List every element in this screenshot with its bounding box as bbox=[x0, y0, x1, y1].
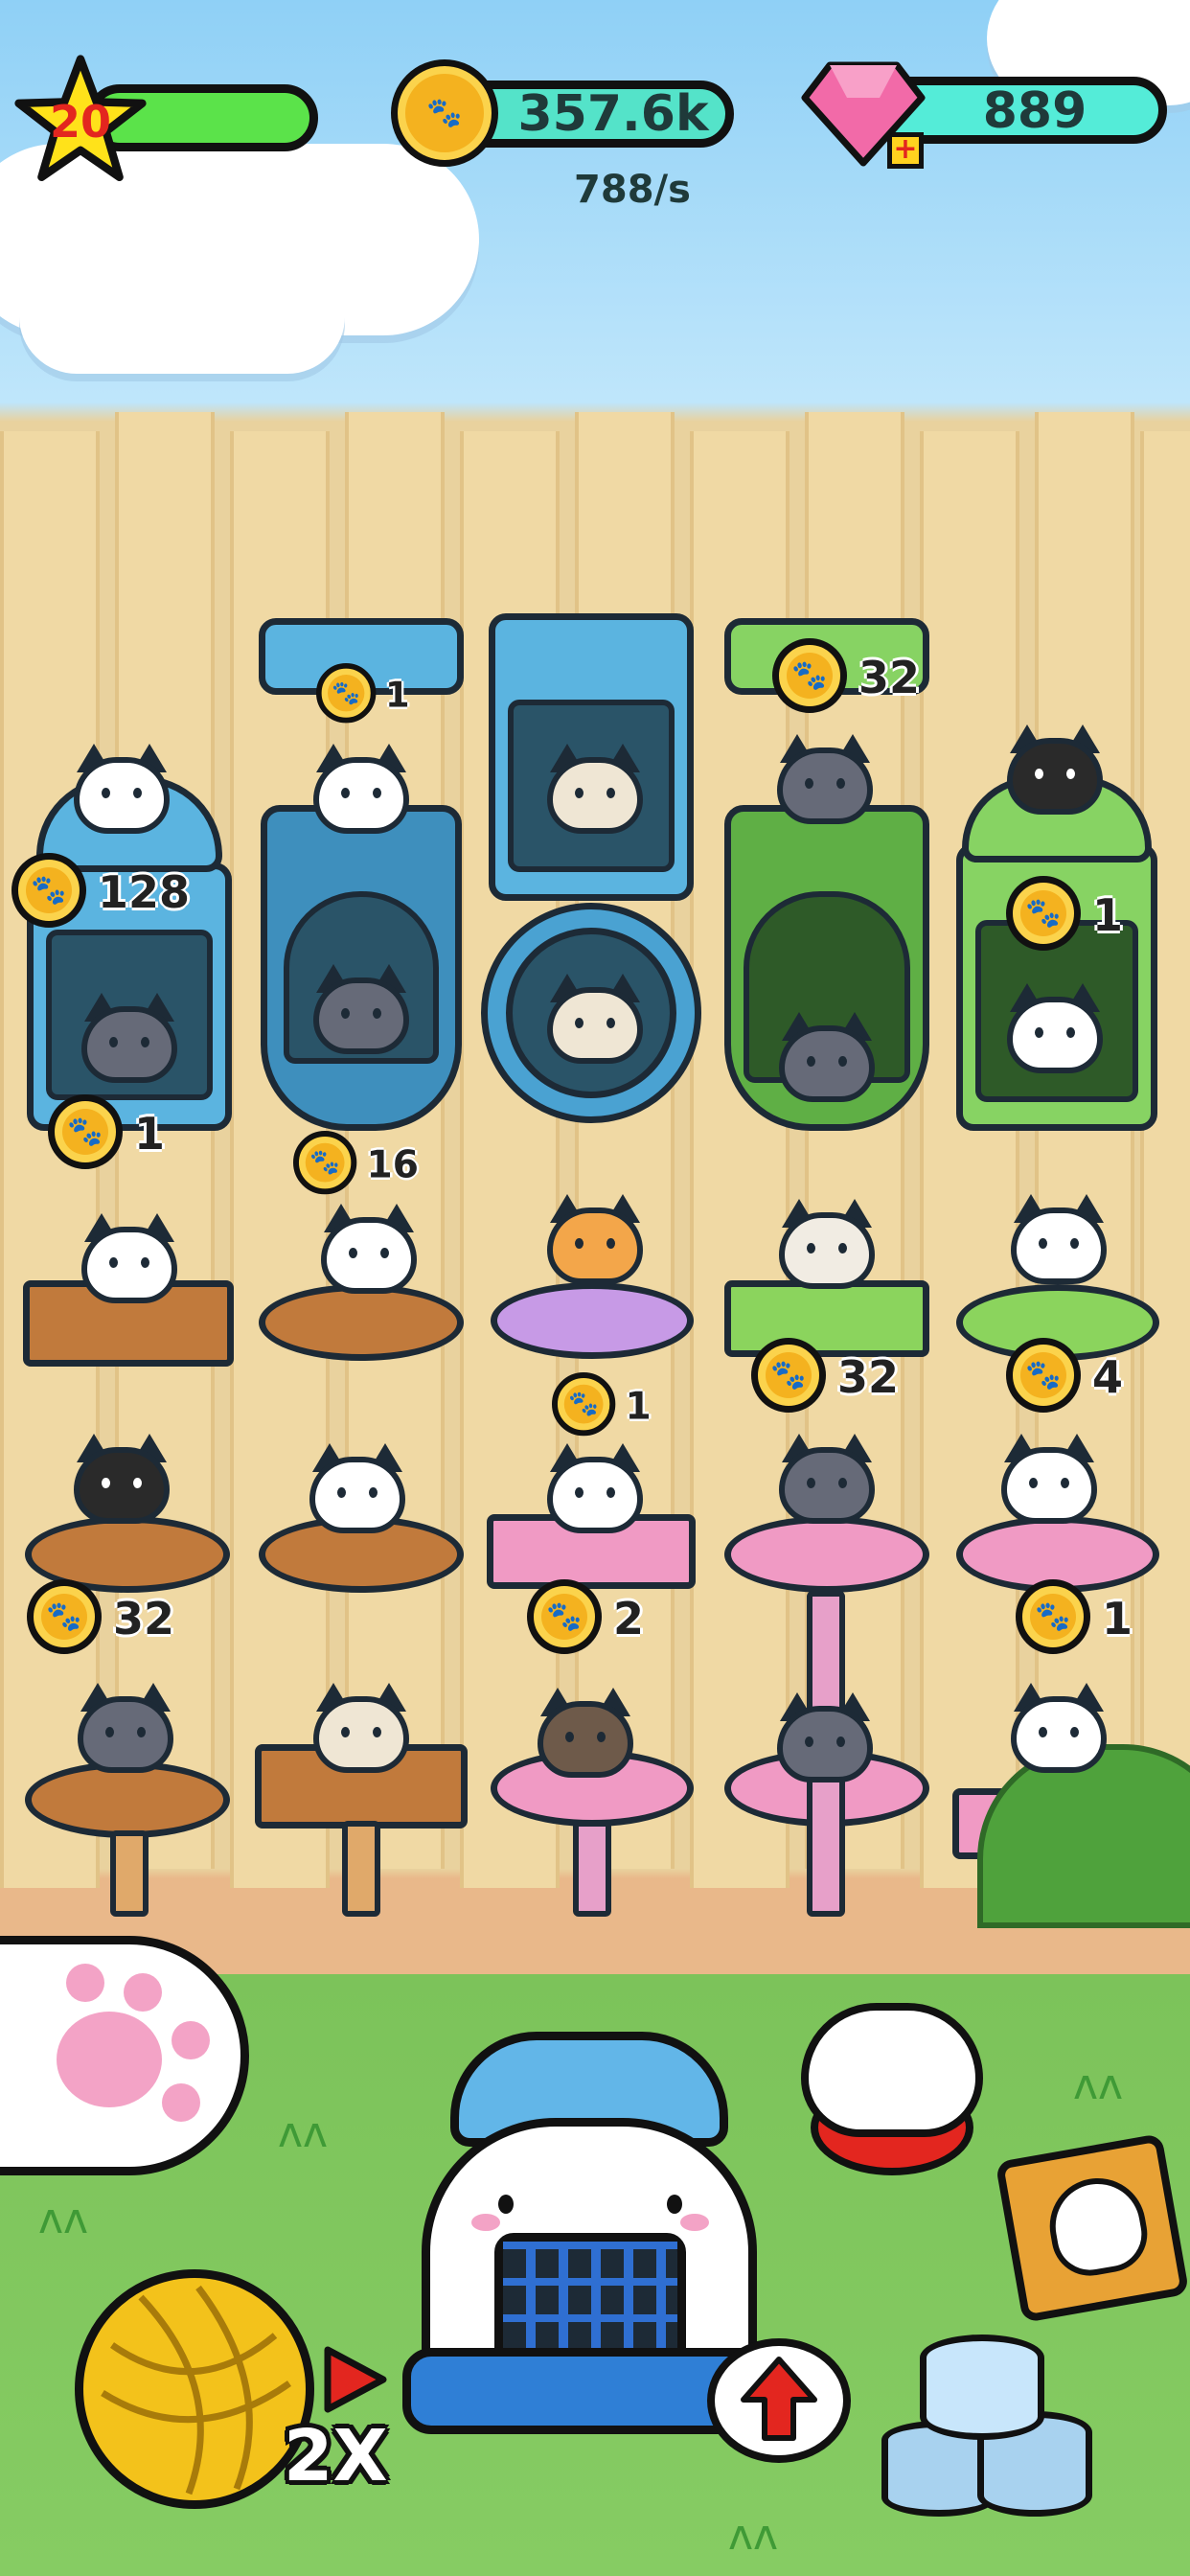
cat[interactable] bbox=[69, 1418, 174, 1524]
game-screen: 20 🐾 357.6k 788/s + 889 🐾 128 🐾 1 🐾 1 🐾 … bbox=[0, 0, 1190, 2576]
platform[interactable] bbox=[259, 1284, 464, 1361]
cat[interactable] bbox=[1006, 1179, 1111, 1284]
cat[interactable] bbox=[772, 719, 878, 824]
cat[interactable] bbox=[533, 1672, 638, 1778]
yarn-ball-icon[interactable] bbox=[75, 2269, 314, 2509]
plus-icon[interactable]: + bbox=[887, 132, 924, 169]
grass: ʌʌ bbox=[1073, 2060, 1124, 2109]
tower-pole bbox=[342, 1821, 380, 1917]
cat[interactable] bbox=[309, 949, 414, 1054]
cat[interactable] bbox=[69, 728, 174, 834]
paw-coin-icon: 🐾 bbox=[751, 1338, 826, 1413]
grass: ʌʌ bbox=[278, 2108, 329, 2157]
cat[interactable] bbox=[309, 1668, 414, 1773]
platform[interactable] bbox=[724, 1516, 929, 1593]
cat[interactable] bbox=[996, 1418, 1102, 1524]
platform[interactable] bbox=[25, 1761, 230, 1838]
cat[interactable] bbox=[774, 1184, 880, 1289]
paw-coin-icon: 🐾 bbox=[1006, 1338, 1081, 1413]
badge-count: 32 bbox=[837, 1351, 900, 1403]
cat[interactable] bbox=[1002, 709, 1108, 815]
cat[interactable] bbox=[73, 1668, 178, 1773]
badge-count: 1 bbox=[134, 1108, 166, 1160]
upgrade-button[interactable] bbox=[707, 2338, 851, 2463]
cloud bbox=[19, 259, 345, 374]
platform[interactable] bbox=[491, 1282, 694, 1359]
cat[interactable] bbox=[774, 1418, 880, 1524]
cat[interactable] bbox=[77, 1198, 182, 1303]
paw-coin-icon: 🐾 bbox=[48, 1094, 123, 1169]
badge-count: 2 bbox=[613, 1593, 645, 1644]
tower-pole bbox=[110, 1830, 149, 1917]
paw-coin-icon: 🐾 bbox=[391, 59, 498, 167]
upgrade-arrow-icon bbox=[741, 2357, 817, 2441]
cat[interactable] bbox=[305, 1428, 410, 1533]
cat[interactable] bbox=[772, 1677, 878, 1782]
paw-coin-icon: 🐾 bbox=[11, 853, 86, 928]
badge-count: 1 bbox=[625, 1383, 652, 1428]
cat[interactable] bbox=[542, 958, 648, 1064]
paw-coin-icon: 🐾 bbox=[552, 1372, 616, 1437]
badge-count: 16 bbox=[366, 1141, 419, 1186]
badge-count: 1 bbox=[1092, 889, 1124, 941]
cat[interactable] bbox=[774, 997, 880, 1102]
cat[interactable] bbox=[309, 728, 414, 834]
paw-coin-icon: 🐾 bbox=[27, 1579, 102, 1654]
badge-count: 32 bbox=[858, 652, 921, 703]
cat[interactable] bbox=[77, 978, 182, 1083]
cat[interactable] bbox=[542, 1179, 648, 1284]
speed-multiplier-label[interactable]: 2X bbox=[284, 2415, 388, 2497]
coin-rate: 788/s bbox=[574, 168, 691, 212]
paw-coin-icon: 🐾 bbox=[1016, 1579, 1090, 1654]
paw-coin-icon: 🐾 bbox=[293, 1131, 357, 1195]
play-arrow-icon[interactable] bbox=[318, 2344, 389, 2415]
badge-count: 4 bbox=[1092, 1351, 1124, 1403]
coin-amount: 357.6k bbox=[517, 85, 709, 143]
tower-pole bbox=[573, 1821, 611, 1917]
cat[interactable] bbox=[1002, 968, 1108, 1073]
badge-count: 1 bbox=[385, 674, 410, 716]
badge-count: 32 bbox=[113, 1593, 175, 1644]
grass: ʌʌ bbox=[728, 2511, 779, 2560]
cat-paw-icon[interactable] bbox=[0, 1936, 249, 2175]
cat[interactable] bbox=[1006, 1668, 1111, 1773]
paw-coin-icon: 🐾 bbox=[1006, 876, 1081, 951]
paw-coin-icon: 🐾 bbox=[772, 638, 847, 713]
platform[interactable] bbox=[724, 1280, 929, 1357]
cat-book-icon[interactable] bbox=[995, 2133, 1190, 2323]
cat-food-cans-icon[interactable] bbox=[872, 2334, 1102, 2526]
badge-count: 1 bbox=[1102, 1593, 1133, 1644]
paw-coin-icon: 🐾 bbox=[527, 1579, 602, 1654]
gem-amount: 889 bbox=[982, 82, 1087, 140]
cat[interactable] bbox=[316, 1188, 422, 1294]
badge-count: 128 bbox=[98, 866, 191, 918]
cat[interactable] bbox=[542, 728, 648, 834]
cat-ball-toy[interactable] bbox=[801, 1984, 983, 2175]
paw-coin-icon: 🐾 bbox=[316, 663, 377, 724]
level-number: 20 bbox=[49, 96, 111, 148]
grass: ʌʌ bbox=[38, 2195, 89, 2243]
cat[interactable] bbox=[542, 1428, 648, 1533]
